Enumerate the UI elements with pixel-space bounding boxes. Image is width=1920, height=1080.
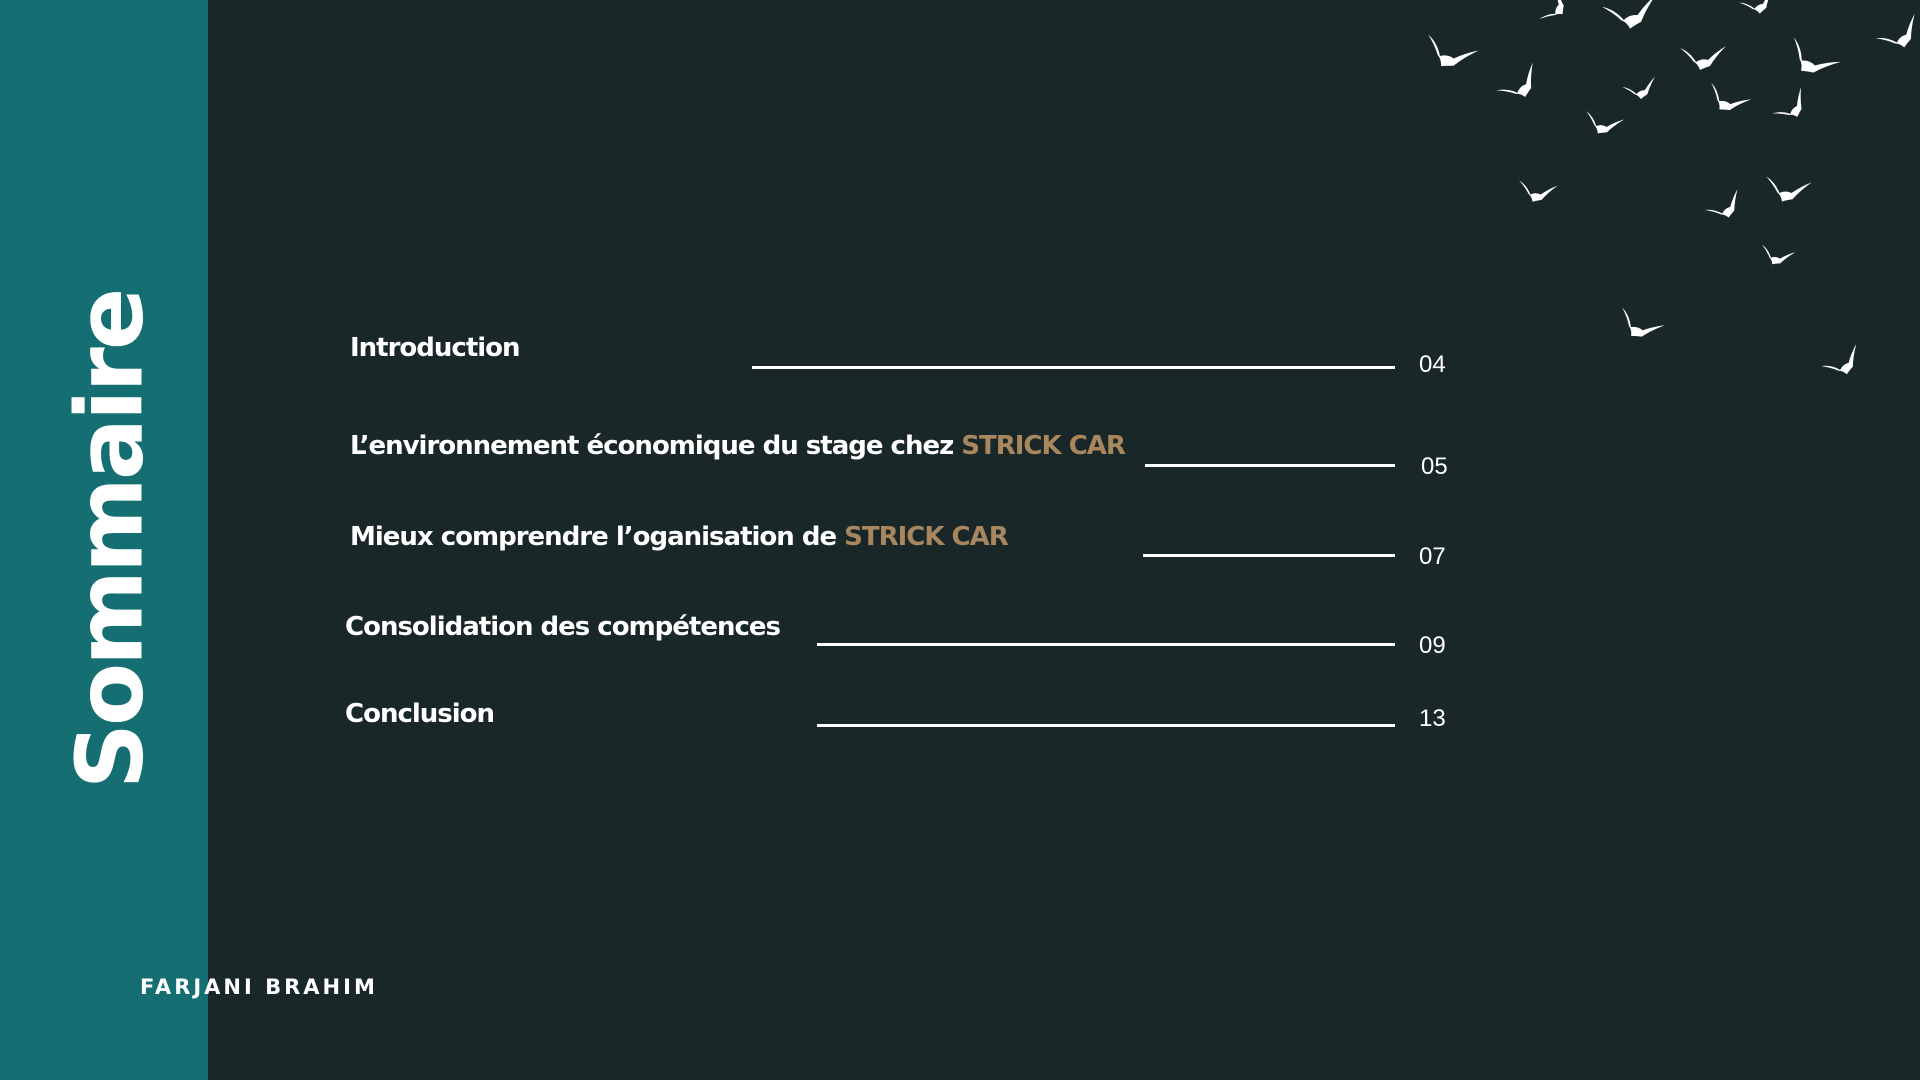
toc-item-label: Conclusion [345, 699, 495, 729]
sidebar-panel: Sommaire [0, 0, 208, 1080]
toc-item-highlight: STRICK CAR [961, 431, 1126, 461]
toc-item-environnement: L’environnement économique du stage chez… [350, 431, 1126, 461]
toc-page-number: 13 [1419, 705, 1446, 732]
toc-leader-line [817, 643, 1395, 646]
toc-leader-line [1145, 464, 1395, 467]
toc-item-organisation: Mieux comprendre l’oganisation de STRICK… [350, 522, 1009, 552]
toc-item-label: Mieux comprendre l’oganisation de [350, 522, 845, 552]
toc-page-number: 09 [1419, 632, 1446, 659]
toc-page-number: 07 [1419, 543, 1446, 570]
toc-item-highlight: STRICK CAR [844, 522, 1009, 552]
toc-item-label: Consolidation des compétences [345, 612, 781, 642]
toc-leader-line [1143, 554, 1395, 557]
page-title: Sommaire [56, 290, 164, 790]
toc-item-conclusion: Conclusion [345, 699, 495, 729]
toc-leader-line [817, 724, 1395, 727]
toc-item-introduction: Introduction [350, 333, 521, 363]
toc-item-label: L’environnement économique du stage chez [350, 431, 962, 461]
toc-item-competences: Consolidation des compétences [345, 612, 781, 642]
toc-page-number: 04 [1419, 351, 1446, 378]
toc-page-number: 05 [1421, 453, 1448, 480]
toc-item-label: Introduction [350, 333, 521, 363]
toc-leader-line [752, 366, 1395, 369]
author-name: FARJANI BRAHIM [140, 975, 378, 999]
